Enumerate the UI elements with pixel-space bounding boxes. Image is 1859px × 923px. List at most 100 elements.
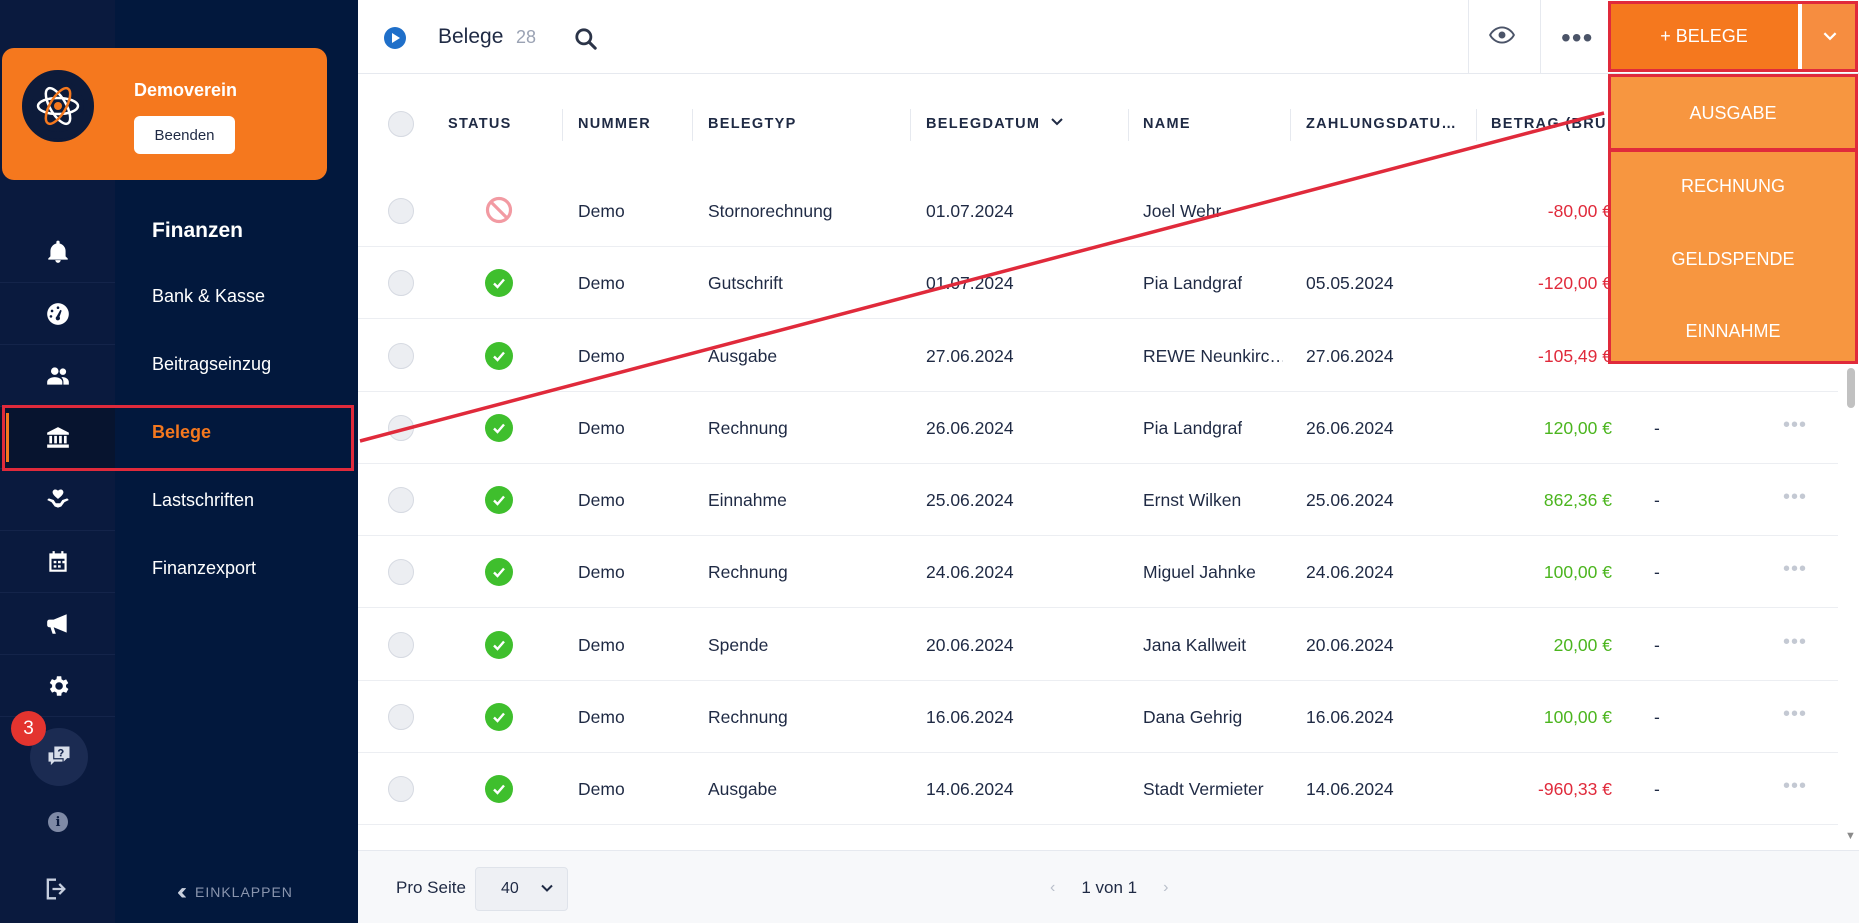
end-demo-button[interactable]: Beenden xyxy=(134,116,235,154)
search-icon[interactable] xyxy=(573,26,599,52)
eye-icon[interactable] xyxy=(1489,24,1515,46)
record-count: 28 xyxy=(516,27,537,47)
table-row[interactable]: Demo Rechnung 16.06.2024 Dana Gehrig 16.06.2… xyxy=(358,681,1838,753)
cell-belegdatum: 01.07.2024 xyxy=(926,273,1014,293)
row-select-checkbox[interactable] xyxy=(388,415,414,441)
subnav-item-bank-kasse[interactable]: Bank & Kasse xyxy=(152,286,265,307)
row-select-checkbox[interactable] xyxy=(388,632,414,658)
donation-icon xyxy=(46,488,69,508)
communication-nav-item[interactable] xyxy=(0,593,115,655)
column-belegtyp[interactable]: BELEGTYP xyxy=(708,116,797,132)
column-nummer[interactable]: NUMMER xyxy=(578,116,651,132)
cell-nummer: Demo xyxy=(578,707,625,727)
dashboard-nav-item[interactable] xyxy=(0,283,115,345)
logout-button[interactable] xyxy=(42,875,74,903)
vertical-scrollbar[interactable] xyxy=(1847,368,1855,408)
cell-betrag: -105,49 € xyxy=(1538,346,1612,366)
column-status[interactable]: STATUS xyxy=(448,116,512,132)
column-name[interactable]: NAME xyxy=(1143,116,1191,132)
cell-belegtyp: Rechnung xyxy=(708,418,788,438)
cell-belegtyp: Ausgabe xyxy=(708,779,778,799)
chevron-down-icon xyxy=(1823,32,1836,41)
cell-belegtyp: Gutschrift xyxy=(708,273,783,293)
column-zahlungsdatum[interactable]: ZAHLUNGSDATU… xyxy=(1306,116,1468,132)
finance-nav-item[interactable] xyxy=(0,407,115,469)
column-divider xyxy=(1476,109,1477,141)
cell-zahlungsdatum: 26.06.2024 xyxy=(1306,418,1394,438)
organisation-logo xyxy=(22,70,94,142)
row-actions-icon[interactable]: ••• xyxy=(1783,703,1807,726)
row-select-checkbox[interactable] xyxy=(388,198,414,224)
row-select-checkbox[interactable] xyxy=(388,776,414,802)
cell-belegdatum: 27.06.2024 xyxy=(926,346,1014,366)
subnav-item-lastschriften[interactable]: Lastschriften xyxy=(152,490,254,511)
subnav-item-belege[interactable]: Belege xyxy=(152,422,211,443)
cell-name: Dana Gehrig xyxy=(1143,707,1243,727)
pagination: ‹ 1 von 1 › xyxy=(1050,878,1168,898)
cell-belegdatum: 16.06.2024 xyxy=(926,707,1014,727)
subnav-item-beitragseinzug[interactable]: Beitragseinzug xyxy=(152,354,271,375)
add-beleg-button[interactable]: + BELEGE xyxy=(1610,3,1798,69)
row-select-checkbox[interactable] xyxy=(388,343,414,369)
table-row[interactable]: Demo Ausgabe 14.06.2024 Stadt Vermieter 14.0… xyxy=(358,753,1838,825)
column-divider xyxy=(692,109,693,141)
cell-belegtyp: Einnahme xyxy=(708,490,787,510)
row-actions-icon[interactable]: ••• xyxy=(1783,631,1807,654)
row-actions-icon[interactable]: ••• xyxy=(1783,775,1807,798)
cell-nummer: Demo xyxy=(578,635,625,655)
menu-item-geldspende[interactable]: GELDSPENDE xyxy=(1608,224,1858,294)
collapse-sidebar-button[interactable]: ‹‹ EINKLAPPEN xyxy=(177,878,293,906)
table-row[interactable]: Demo Rechnung 24.06.2024 Miguel Jahnke 24.06… xyxy=(358,536,1838,608)
row-actions-icon[interactable]: ••• xyxy=(1783,486,1807,509)
column-belegdatum[interactable]: BELEGDATUM xyxy=(926,116,1064,132)
donations-nav-item[interactable] xyxy=(0,469,115,531)
help-chat-icon xyxy=(48,746,70,766)
info-icon[interactable]: i xyxy=(48,812,68,832)
row-select-checkbox[interactable] xyxy=(388,270,414,296)
row-select-checkbox[interactable] xyxy=(388,487,414,513)
play-tutorial-icon[interactable] xyxy=(384,27,406,49)
calendar-nav-item[interactable] xyxy=(0,531,115,593)
cell-name: Pia Landgraf xyxy=(1143,273,1243,293)
table-row[interactable]: Demo Einnahme 25.06.2024 Ernst Wilken 25.06.… xyxy=(358,464,1838,536)
table-row[interactable]: Demo Rechnung 26.06.2024 Pia Landgraf 26.06.… xyxy=(358,392,1838,464)
cell-extra: - xyxy=(1654,779,1660,799)
add-beleg-dropdown-toggle[interactable] xyxy=(1802,3,1857,69)
row-actions-icon[interactable]: ••• xyxy=(1783,558,1807,581)
scroll-down-arrow[interactable]: ▼ xyxy=(1845,830,1856,842)
cell-zahlungsdatum: 14.06.2024 xyxy=(1306,779,1394,799)
cell-zahlungsdatum: 16.06.2024 xyxy=(1306,707,1394,727)
row-select-checkbox[interactable] xyxy=(388,704,414,730)
cell-belegtyp: Stornorechnung xyxy=(708,201,833,221)
next-page-icon[interactable]: › xyxy=(1163,879,1168,897)
row-actions-icon[interactable]: ••• xyxy=(1783,414,1807,437)
cell-betrag: 100,00 € xyxy=(1543,707,1612,727)
column-betrag[interactable]: BETRAG (BRU… xyxy=(1491,116,1606,132)
subnav-item-finanzexport[interactable]: Finanzexport xyxy=(152,558,256,579)
row-select-checkbox[interactable] xyxy=(388,559,414,585)
cell-belegtyp: Ausgabe xyxy=(708,346,778,366)
cell-nummer: Demo xyxy=(578,779,625,799)
cell-nummer: Demo xyxy=(578,490,625,510)
cell-extra: - xyxy=(1654,707,1660,727)
status-ok-icon xyxy=(485,775,513,803)
cell-betrag: 120,00 € xyxy=(1543,418,1612,438)
menu-item-rechnung[interactable]: RECHNUNG xyxy=(1608,151,1858,221)
select-all-checkbox[interactable] xyxy=(388,111,414,137)
table-row[interactable]: Demo Spende 20.06.2024 Jana Kallweit 20.06.2… xyxy=(358,609,1838,681)
more-options-icon[interactable]: ••• xyxy=(1561,22,1593,54)
cell-extra: - xyxy=(1654,562,1660,582)
notifications-nav-item[interactable] xyxy=(0,221,115,283)
members-nav-item[interactable] xyxy=(0,345,115,407)
cell-betrag: 100,00 € xyxy=(1543,562,1612,582)
status-ok-icon xyxy=(485,414,513,442)
settings-nav-item[interactable] xyxy=(0,655,115,717)
menu-item-ausgabe[interactable]: AUSGABE xyxy=(1608,78,1858,148)
previous-page-icon[interactable]: ‹ xyxy=(1050,879,1055,897)
menu-item-einnahme[interactable]: EINNAHME xyxy=(1608,296,1858,366)
per-page-select[interactable]: 40 xyxy=(475,867,568,911)
members-icon xyxy=(46,366,69,385)
per-page-value: 40 xyxy=(501,880,519,897)
cell-zahlungsdatum: 24.06.2024 xyxy=(1306,562,1394,582)
cell-zahlungsdatum: 25.06.2024 xyxy=(1306,490,1394,510)
